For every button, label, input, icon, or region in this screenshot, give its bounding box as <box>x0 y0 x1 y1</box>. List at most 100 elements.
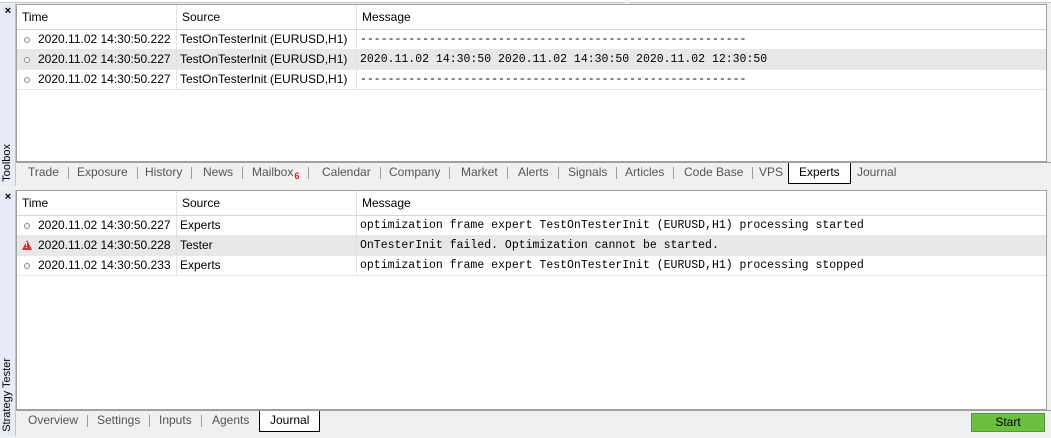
tab-exposure[interactable]: Exposure <box>67 163 138 183</box>
tab-inputs[interactable]: Inputs <box>149 411 202 431</box>
tester-side-label: Strategy Tester <box>1 358 13 432</box>
tab-journal[interactable]: Journal <box>259 411 321 432</box>
toolbox-side-label: Toolbox <box>1 144 13 182</box>
tab-label: Code Base <box>684 165 744 179</box>
cell-message: ----------------------------------------… <box>360 73 747 86</box>
info-dot-icon <box>24 77 30 83</box>
tab-label: Articles <box>625 165 665 179</box>
table-row[interactable]: 2020.11.02 14:30:50.228 TesterOnTesterIni… <box>17 236 1046 256</box>
tab-journal[interactable]: Journal <box>847 163 906 183</box>
tab-agents[interactable]: Agents <box>202 411 259 431</box>
cell-time-text: 2020.11.02 14:30:50.233 <box>38 258 171 272</box>
tab-calendar[interactable]: Calendar <box>312 163 381 183</box>
tab-label: Mailbox <box>252 165 294 179</box>
tab-label: Exposure <box>77 165 128 179</box>
cell-message: optimization frame expert TestOnTesterIn… <box>360 259 864 272</box>
info-dot-icon <box>24 37 30 43</box>
cell-time: 2020.11.02 14:30:50.222 <box>17 30 177 50</box>
tab-label: Inputs <box>159 413 192 427</box>
cell-message: OnTesterInit failed. Optimization cannot… <box>360 239 719 252</box>
tab-label: News <box>203 165 234 179</box>
toolbox-panel: × Toolbox Time Source Message 2020.11.02… <box>0 4 1051 186</box>
tab-label: Calendar <box>322 165 371 179</box>
strategy-tester-panel: × Strategy Tester Time Source Message 20… <box>0 190 1051 436</box>
tab-signals[interactable]: Signals <box>558 163 618 183</box>
cell-time-text: 2020.11.02 14:30:50.227 <box>38 52 171 66</box>
cell-message: ----------------------------------------… <box>360 33 747 46</box>
tab-company[interactable]: Company <box>379 163 451 183</box>
tab-code-base[interactable]: Code Base <box>674 163 754 183</box>
tab-label: Signals <box>568 165 608 179</box>
tab-settings[interactable]: Settings <box>87 411 151 431</box>
table-row[interactable]: 2020.11.02 14:30:50.222 TestOnTesterInit … <box>17 30 1046 50</box>
tab-label: Alerts <box>518 165 549 179</box>
cell-source: TestOnTesterInit (EURUSD,H1) <box>177 30 357 50</box>
tab-label: Company <box>389 165 441 179</box>
tab-history[interactable]: History <box>135 163 193 183</box>
tab-vps[interactable]: VPS <box>749 163 793 183</box>
cell-source: Experts <box>177 256 357 276</box>
tab-overview[interactable]: Overview <box>18 411 89 431</box>
cell-source: TestOnTesterInit (EURUSD,H1) <box>177 70 357 90</box>
tester-tab-bar: Start Overview Settings Inputs Agents Journa… <box>16 410 1051 432</box>
toolbox-log-table: Time Source Message 2020.11.02 14:30:50.… <box>16 4 1047 162</box>
tester-side-bar: × Strategy Tester <box>0 190 16 436</box>
tab-market[interactable]: Market <box>451 163 508 183</box>
tab-label: History <box>145 165 183 179</box>
tab-alerts[interactable]: Alerts <box>508 163 559 183</box>
tab-experts[interactable]: Experts <box>788 163 851 184</box>
table-header: Time Source Message <box>17 5 1046 30</box>
cell-message: optimization frame expert TestOnTesterIn… <box>360 219 864 232</box>
toolbox-rows: 2020.11.02 14:30:50.222 TestOnTesterInit … <box>17 30 1046 90</box>
column-header-time[interactable]: Time <box>17 191 177 215</box>
tester-rows: 2020.11.02 14:30:50.227 Experts optimizati… <box>17 216 1046 276</box>
cell-time-text: 2020.11.02 14:30:50.227 <box>38 218 171 232</box>
start-button[interactable]: Start <box>971 413 1045 432</box>
close-icon[interactable]: × <box>0 4 16 18</box>
cell-source: TestOnTesterInit (EURUSD,H1) <box>177 50 357 70</box>
cell-time: 2020.11.02 14:30:50.227 <box>17 216 177 236</box>
tab-label: Trade <box>28 165 59 179</box>
cell-time-text: 2020.11.02 14:30:50.222 <box>38 32 171 46</box>
cell-time: 2020.11.02 14:30:50.227 <box>17 70 177 90</box>
tab-articles[interactable]: Articles <box>615 163 675 183</box>
column-header-time[interactable]: Time <box>17 5 177 29</box>
column-header-message[interactable]: Message <box>357 5 1046 29</box>
table-row[interactable]: 2020.11.02 14:30:50.227 TestOnTesterInit … <box>17 70 1046 90</box>
tab-label: Settings <box>97 413 141 427</box>
column-header-message[interactable]: Message <box>357 191 1046 215</box>
cell-time: 2020.11.02 14:30:50.228 <box>17 236 177 256</box>
mailbox-count-badge: 6 <box>294 171 300 181</box>
tab-label: VPS <box>759 165 784 179</box>
cell-time: 2020.11.02 14:30:50.227 <box>17 50 177 70</box>
table-header: Time Source Message <box>17 191 1046 216</box>
table-row[interactable]: 2020.11.02 14:30:50.227 TestOnTesterInit … <box>17 50 1046 70</box>
cell-source: Tester <box>177 236 357 256</box>
cell-time-text: 2020.11.02 14:30:50.227 <box>38 72 171 86</box>
cell-time-text: 2020.11.02 14:30:50.228 <box>38 238 171 252</box>
tab-mailbox[interactable]: Mailbox6 <box>242 163 310 183</box>
tab-separator <box>308 167 310 179</box>
warning-icon <box>22 240 32 250</box>
tab-label: Journal <box>270 413 310 427</box>
info-dot-icon <box>24 223 30 229</box>
tab-trade[interactable]: Trade <box>18 163 69 183</box>
tab-label: Agents <box>212 413 250 427</box>
info-dot-icon <box>24 57 30 63</box>
tab-news[interactable]: News <box>193 163 244 183</box>
cell-message: 2020.11.02 14:30:50 2020.11.02 14:30:50 … <box>360 53 768 66</box>
toolbox-side-bar: × Toolbox <box>0 4 16 186</box>
cell-time: 2020.11.02 14:30:50.233 <box>17 256 177 276</box>
table-row[interactable]: 2020.11.02 14:30:50.233 Experts optimizati… <box>17 256 1046 276</box>
tester-log-table: Time Source Message 2020.11.02 14:30:50.… <box>16 190 1047 410</box>
table-row[interactable]: 2020.11.02 14:30:50.227 Experts optimizati… <box>17 216 1046 236</box>
tab-label: Market <box>461 165 498 179</box>
tab-label: Experts <box>799 165 840 179</box>
column-header-source[interactable]: Source <box>177 5 357 29</box>
close-icon[interactable]: × <box>0 190 16 204</box>
toolbox-tab-bar: Trade Exposure History News Mailbox6 Calendar… <box>16 162 1051 184</box>
top-edge-segment <box>0 0 625 3</box>
column-header-source[interactable]: Source <box>177 191 357 215</box>
cell-source: Experts <box>177 216 357 236</box>
tab-label: Journal <box>857 165 897 179</box>
